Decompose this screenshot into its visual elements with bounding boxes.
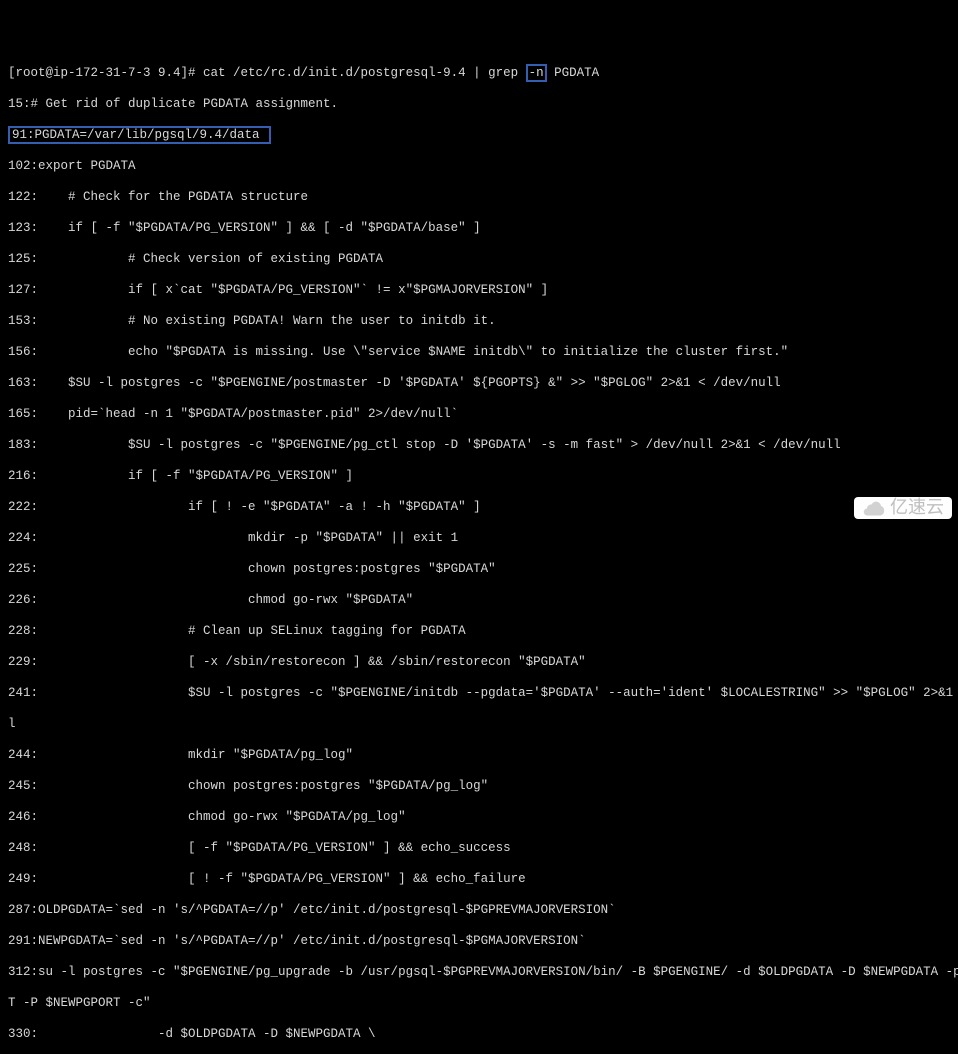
output-line-216: 216: if [ -f "$PGDATA/PG_VERSION" ] <box>8 469 950 485</box>
output-line-330: 330: -d $OLDPGDATA -D $NEWPGDATA \ <box>8 1027 950 1043</box>
output-line-165: 165: pid=`head -n 1 "$PGDATA/postmaster.… <box>8 407 950 423</box>
output-line-15: 15:# Get rid of duplicate PGDATA assignm… <box>8 97 950 113</box>
output-line-122: 122: # Check for the PGDATA structure <box>8 190 950 206</box>
output-line-248: 248: [ -f "$PGDATA/PG_VERSION" ] && echo… <box>8 841 950 857</box>
output-line-241: 241: $SU -l postgres -c "$PGENGINE/initd… <box>8 686 950 702</box>
output-line-91: 91:PGDATA=/var/lib/pgsql/9.4/data <box>8 128 950 144</box>
output-line-222: 222: if [ ! -e "$PGDATA" -a ! -h "$PGDAT… <box>8 500 950 516</box>
output-line-153: 153: # No existing PGDATA! Warn the user… <box>8 314 950 330</box>
prompt-text: [root@ip-172-31-7-3 9.4]# cat /etc/rc.d/… <box>8 66 526 80</box>
output-line-125: 125: # Check version of existing PGDATA <box>8 252 950 268</box>
output-line-228: 228: # Clean up SELinux tagging for PGDA… <box>8 624 950 640</box>
output-line-312-wrap: T -P $NEWPGPORT -c" <box>8 996 950 1012</box>
output-line-224: 224: mkdir -p "$PGDATA" || exit 1 <box>8 531 950 547</box>
output-line-244: 244: mkdir "$PGDATA/pg_log" <box>8 748 950 764</box>
output-line-287: 287:OLDPGDATA=`sed -n 's/^PGDATA=//p' /e… <box>8 903 950 919</box>
cloud-icon <box>862 500 886 516</box>
output-line-249: 249: [ ! -f "$PGDATA/PG_VERSION" ] && ec… <box>8 872 950 888</box>
highlight-pgdata-path: 91:PGDATA=/var/lib/pgsql/9.4/data <box>8 126 271 144</box>
watermark-text: 亿速云 <box>890 500 944 516</box>
output-line-241-wrap: l <box>8 717 950 733</box>
output-line-156: 156: echo "$PGDATA is missing. Use \"ser… <box>8 345 950 361</box>
output-line-246: 246: chmod go-rwx "$PGDATA/pg_log" <box>8 810 950 826</box>
prompt-suffix: PGDATA <box>547 66 600 80</box>
output-line-225: 225: chown postgres:postgres "$PGDATA" <box>8 562 950 578</box>
output-line-163: 163: $SU -l postgres -c "$PGENGINE/postm… <box>8 376 950 392</box>
output-line-226: 226: chmod go-rwx "$PGDATA" <box>8 593 950 609</box>
terminal-line: [root@ip-172-31-7-3 9.4]# cat /etc/rc.d/… <box>8 66 950 82</box>
watermark-badge: 亿速云 <box>854 497 952 519</box>
output-line-312: 312:su -l postgres -c "$PGENGINE/pg_upgr… <box>8 965 950 981</box>
output-line-123: 123: if [ -f "$PGDATA/PG_VERSION" ] && [… <box>8 221 950 237</box>
output-line-291: 291:NEWPGDATA=`sed -n 's/^PGDATA=//p' /e… <box>8 934 950 950</box>
output-line-229: 229: [ -x /sbin/restorecon ] && /sbin/re… <box>8 655 950 671</box>
output-line-127: 127: if [ x`cat "$PGDATA/PG_VERSION"` !=… <box>8 283 950 299</box>
output-line-183: 183: $SU -l postgres -c "$PGENGINE/pg_ct… <box>8 438 950 454</box>
highlight-flag-n: -n <box>526 64 547 82</box>
output-line-102: 102:export PGDATA <box>8 159 950 175</box>
output-line-245: 245: chown postgres:postgres "$PGDATA/pg… <box>8 779 950 795</box>
